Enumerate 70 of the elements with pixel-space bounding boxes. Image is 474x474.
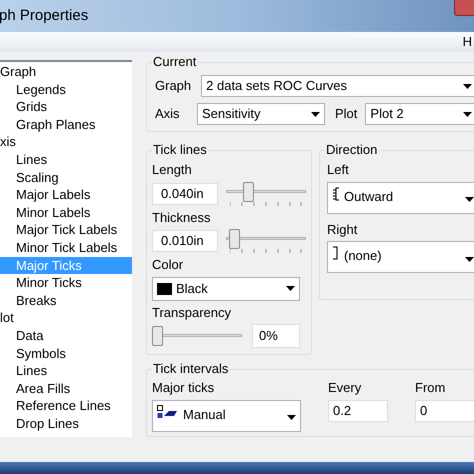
field-label: Thickness — [152, 208, 212, 226]
dropdown-value: Plot 2 — [370, 105, 405, 124]
tree-item[interactable]: Graph — [0, 63, 132, 81]
field-label: Color — [152, 256, 184, 274]
field-label: Axis — [155, 105, 181, 124]
tree-item[interactable]: Legends — [0, 80, 132, 98]
left-direction-dropdown[interactable]: Outward — [327, 182, 474, 214]
dropdown-caret-icon — [287, 415, 296, 420]
tree-item[interactable]: Major Labels — [0, 186, 132, 204]
field-label: Transparency — [152, 304, 232, 322]
outward-ticks-icon — [332, 186, 340, 200]
slider[interactable] — [226, 229, 306, 249]
manual-mode-icon — [157, 404, 179, 418]
dropdown-caret-icon — [311, 112, 320, 116]
slider-thumb[interactable] — [229, 229, 240, 249]
tree-item[interactable]: Drop Lines — [0, 414, 132, 432]
tree-item[interactable]: Minor Labels — [0, 204, 132, 222]
field-label: Right — [327, 220, 358, 239]
dropdown-caret-icon — [463, 112, 472, 116]
dropdown-value: 2 data sets ROC Curves — [206, 77, 348, 96]
axis-dropdown[interactable]: Sensitivity — [197, 103, 325, 125]
dropdown-value: (none) — [344, 247, 383, 265]
plot-dropdown[interactable]: Plot 2 — [365, 103, 474, 125]
close-button[interactable] — [454, 0, 474, 16]
dropdown-value: Sensitivity — [202, 105, 262, 124]
field-label: Plot — [335, 105, 358, 124]
major-ticks-dropdown[interactable]: Manual — [152, 400, 301, 432]
every-field[interactable]: 0.2 — [328, 400, 388, 422]
length-field[interactable]: 0.040in — [152, 182, 218, 204]
field-label: Length — [152, 161, 193, 179]
tree-item[interactable]: Data — [0, 326, 132, 344]
help-menu[interactable]: H — [462, 32, 472, 52]
tree-item[interactable]: Major Tick Labels — [0, 221, 132, 239]
no-ticks-icon — [332, 246, 340, 260]
field-label: Left — [327, 161, 350, 179]
tree-item[interactable]: Area Fills — [0, 380, 132, 398]
dropdown-value: Black — [176, 280, 209, 298]
right-direction-dropdown[interactable]: (none) — [327, 241, 474, 273]
slider[interactable] — [226, 182, 306, 202]
tree-item[interactable]: Breaks — [0, 292, 132, 310]
tree-item[interactable]: Minor Ticks — [0, 274, 132, 292]
dropdown-caret-icon — [465, 256, 474, 262]
tree-item[interactable]: Grids — [0, 98, 132, 116]
tree-item[interactable]: Symbols — [0, 344, 132, 362]
tree-item[interactable]: Graph Planes — [0, 116, 132, 134]
color-dropdown[interactable]: Black — [152, 276, 300, 300]
tree-item[interactable]: Scaling — [0, 168, 132, 186]
tree-item[interactable]: lot — [0, 309, 132, 327]
transparency-field[interactable]: 0% — [252, 324, 300, 348]
tree-item[interactable]: Lines — [0, 150, 132, 169]
dropdown-caret-icon — [463, 84, 472, 88]
graph-dropdown[interactable]: 2 data sets ROC Curves — [201, 75, 474, 97]
tree-item[interactable]: Minor Tick Labels — [0, 238, 132, 257]
field-label: Every — [328, 379, 362, 397]
slider-thumb[interactable] — [152, 326, 163, 346]
thickness-field[interactable]: 0.010in — [152, 230, 218, 252]
dropdown-caret-icon — [286, 286, 295, 291]
tree-item[interactable]: Reference Lines — [0, 397, 132, 415]
field-label: Graph — [155, 77, 192, 96]
tree-item[interactable]: xis — [0, 133, 132, 151]
dropdown-value: Manual — [183, 406, 227, 424]
dropdown-value: Outward — [344, 188, 394, 206]
window-title: ph Properties — [0, 6, 88, 26]
slider[interactable] — [152, 326, 242, 346]
dropdown-caret-icon — [465, 197, 474, 202]
field-label: From — [415, 379, 446, 397]
tree-item[interactable]: Lines — [0, 362, 132, 380]
slider-thumb[interactable] — [243, 182, 254, 202]
from-field[interactable]: 0 — [415, 400, 474, 422]
field-label: Major ticks — [152, 379, 216, 397]
